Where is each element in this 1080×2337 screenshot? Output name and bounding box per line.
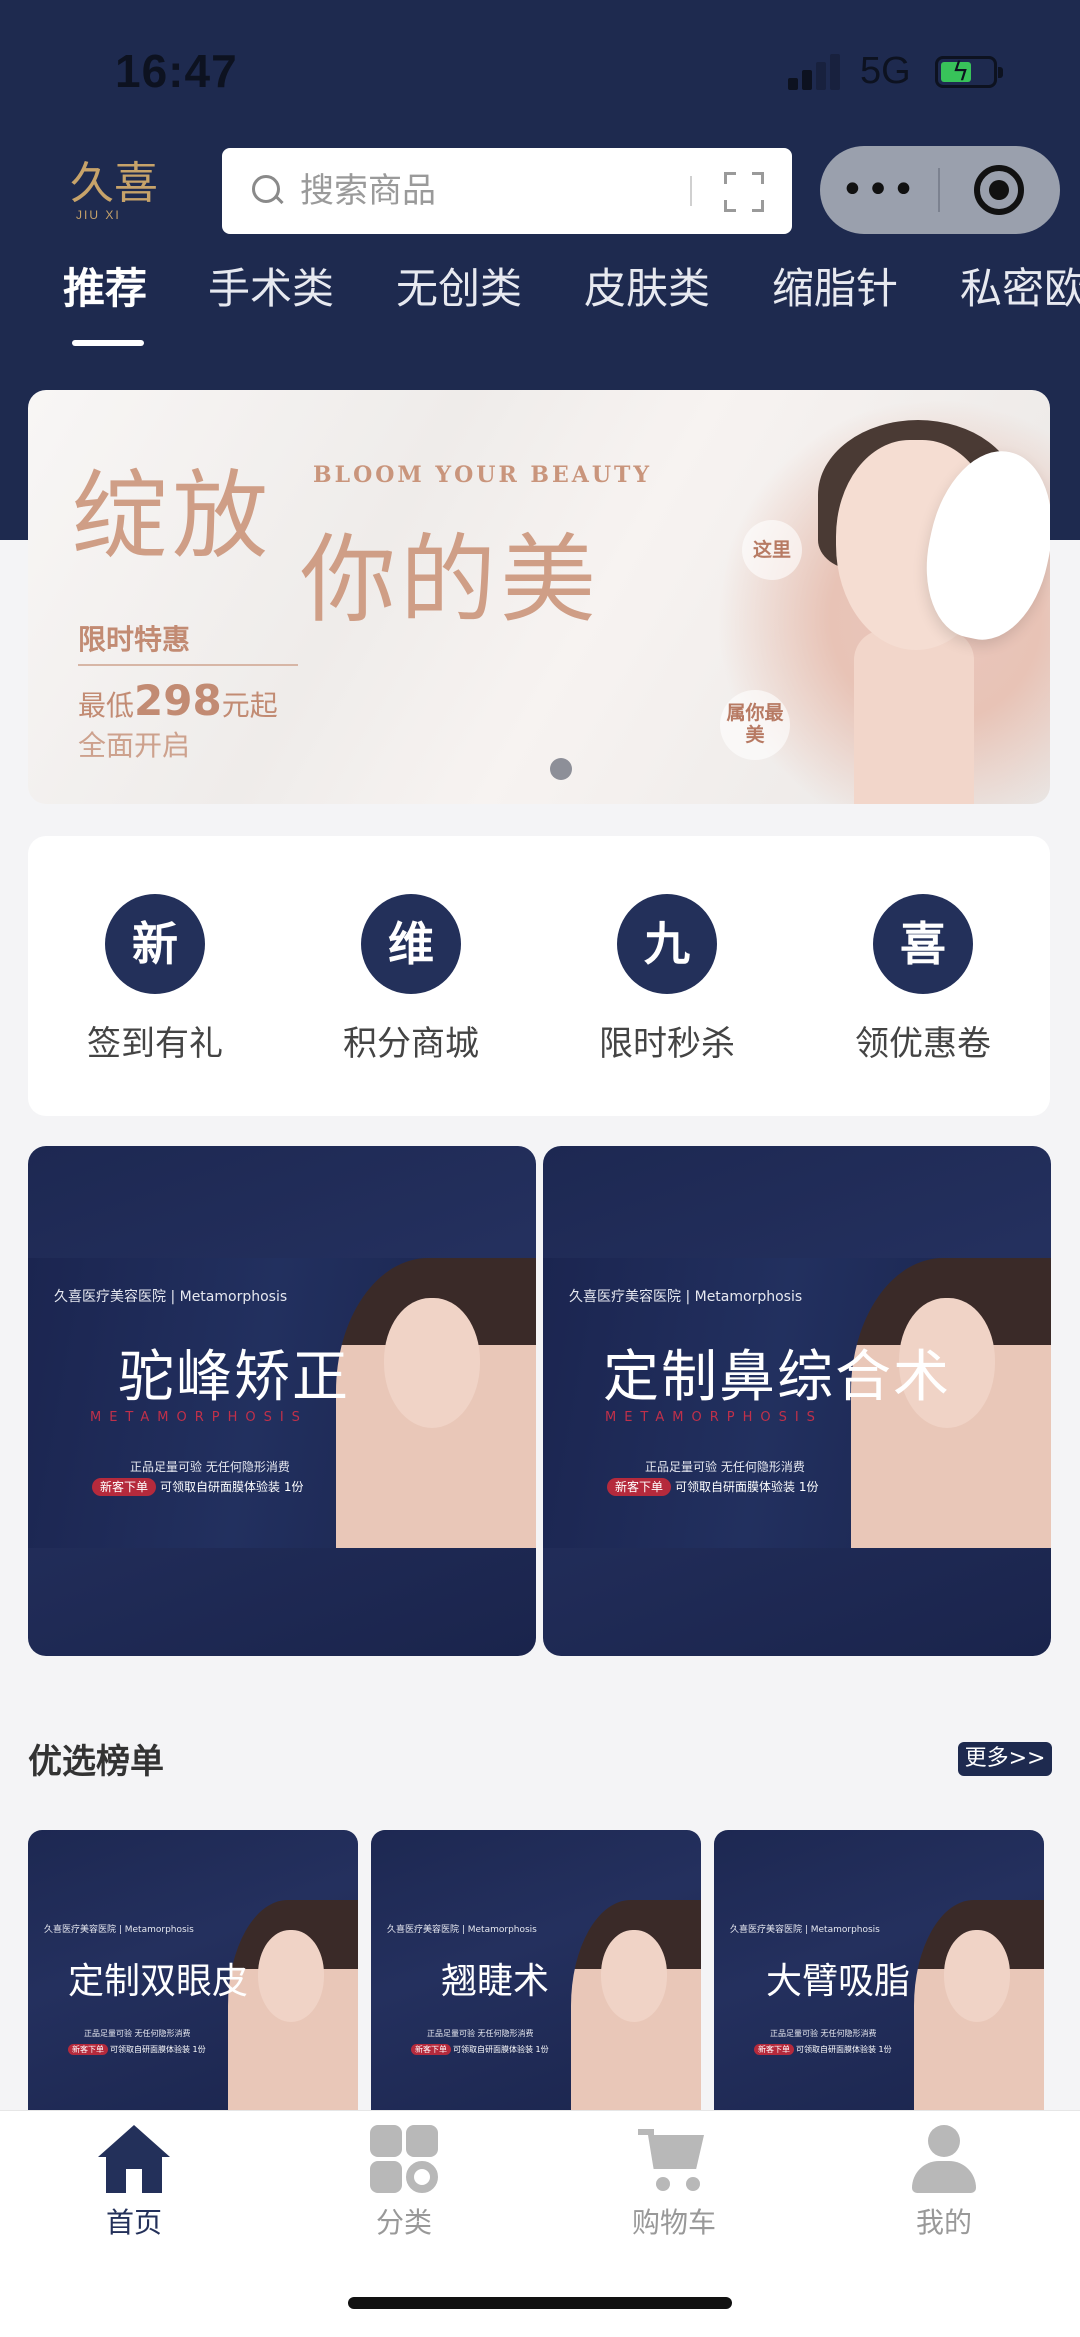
quick-nav-checkin[interactable]: 新 签到有礼 <box>55 894 255 1065</box>
flash-sale-icon: 九 <box>617 894 717 994</box>
more-options-button[interactable]: ••• <box>820 146 938 234</box>
banner-promo-label: 限时特惠 <box>78 623 191 656</box>
rank-card-arm-liposuction[interactable]: 久喜医疗美容医院 | Metamorphosis 大臂吸脂 正品足量可验 无任何… <box>714 1830 1044 2130</box>
tabbar-category[interactable]: 分类 <box>304 2125 504 2241</box>
category-tabs: 推荐 手术类 无创类 皮肤类 缩脂针 私密欧 <box>0 255 1080 355</box>
points-icon: 维 <box>361 894 461 994</box>
category-icon <box>368 2125 440 2195</box>
coupon-icon: 喜 <box>873 894 973 994</box>
more-button[interactable]: 更多>> <box>958 1742 1052 1776</box>
battery-icon: ϟ <box>935 56 1003 88</box>
checkin-icon: 新 <box>105 894 205 994</box>
model-photo <box>228 1900 358 2130</box>
close-miniprogram-button[interactable] <box>940 165 1058 215</box>
target-icon <box>974 165 1024 215</box>
home-icon <box>98 2125 170 2195</box>
search-divider <box>690 176 692 206</box>
search-input[interactable] <box>300 171 680 211</box>
quick-nav-coupons[interactable]: 喜 领优惠卷 <box>823 894 1023 1065</box>
quick-nav-points-mall[interactable]: 维 积分商城 <box>311 894 511 1065</box>
network-type: 5G <box>860 50 911 92</box>
search-icon <box>250 173 286 209</box>
promo-title: 驼峰矫正 <box>118 1345 350 1410</box>
banner-title-line1: 绽放 <box>72 460 272 572</box>
scan-icon[interactable] <box>724 172 764 212</box>
banner-subline: 全面开启 <box>78 729 191 762</box>
quick-nav: 新 签到有礼 维 积分商城 九 限时秒杀 喜 领优惠卷 <box>28 836 1050 1116</box>
search-bar[interactable] <box>222 148 792 234</box>
promo-card-hump-correction[interactable]: 久喜医疗美容医院 | Metamorphosis 驼峰矫正 METAMORPHO… <box>28 1146 536 1656</box>
new-customer-tag: 新客下单 可领取自研面膜体验装 1份 <box>607 1478 819 1496</box>
tabbar-cart[interactable]: 购物车 <box>574 2125 774 2241</box>
user-icon <box>908 2125 980 2195</box>
section-title-ranking: 优选榜单 <box>28 1742 164 1782</box>
cart-icon <box>638 2125 710 2195</box>
home-indicator <box>348 2297 732 2309</box>
tabbar-home[interactable]: 首页 <box>34 2125 234 2241</box>
tab-skin[interactable]: 皮肤类 <box>584 255 710 316</box>
tab-noninvasive[interactable]: 无创类 <box>396 255 522 316</box>
tab-fat-reduction[interactable]: 缩脂针 <box>772 255 898 316</box>
rank-card-double-eyelid[interactable]: 久喜医疗美容医院 | Metamorphosis 定制双眼皮 正品足量可验 无任… <box>28 1830 358 2130</box>
promo-card-custom-rhinoplasty[interactable]: 久喜医疗美容医院 | Metamorphosis 定制鼻综合术 METAMORP… <box>543 1146 1051 1656</box>
promo-title: 定制鼻综合术 <box>603 1345 951 1410</box>
miniprogram-capsule: ••• <box>820 146 1060 234</box>
hero-banner[interactable]: 绽放 BLOOM YOUR BEAUTY 你的美 限时特惠 最低298元起 全面… <box>28 390 1050 804</box>
tab-recommend[interactable]: 推荐 <box>63 255 147 316</box>
rank-card-lash-lift[interactable]: 久喜医疗美容医院 | Metamorphosis 翘睫术 正品足量可验 无任何隐… <box>371 1830 701 2130</box>
quick-nav-flash-sale[interactable]: 九 限时秒杀 <box>567 894 767 1065</box>
banner-bubble-1: 这里 <box>742 520 802 580</box>
brand-logo[interactable]: 久喜 JIU XI <box>70 160 170 230</box>
tab-private[interactable]: 私密欧 <box>960 255 1080 316</box>
carousel-dot[interactable] <box>550 758 572 780</box>
banner-divider <box>78 664 298 666</box>
new-customer-tag: 新客下单 可领取自研面膜体验装 1份 <box>92 1478 304 1496</box>
banner-price: 最低298元起 <box>78 676 278 725</box>
model-photo <box>914 1900 1044 2130</box>
status-time: 16:47 <box>115 45 238 97</box>
banner-title-line2: 你的美 <box>300 524 600 636</box>
signal-icon <box>788 54 846 90</box>
banner-english-title: BLOOM YOUR BEAUTY <box>313 462 653 488</box>
banner-model-image: 这里 属你最美 <box>668 390 1050 804</box>
status-bar: 16:47 5G ϟ <box>0 0 1080 140</box>
model-photo <box>336 1258 536 1548</box>
model-photo <box>571 1900 701 2130</box>
tab-surgery[interactable]: 手术类 <box>208 255 334 316</box>
active-tab-indicator <box>72 340 144 346</box>
tabbar-profile[interactable]: 我的 <box>844 2125 1044 2241</box>
banner-bubble-2: 属你最美 <box>720 690 790 760</box>
